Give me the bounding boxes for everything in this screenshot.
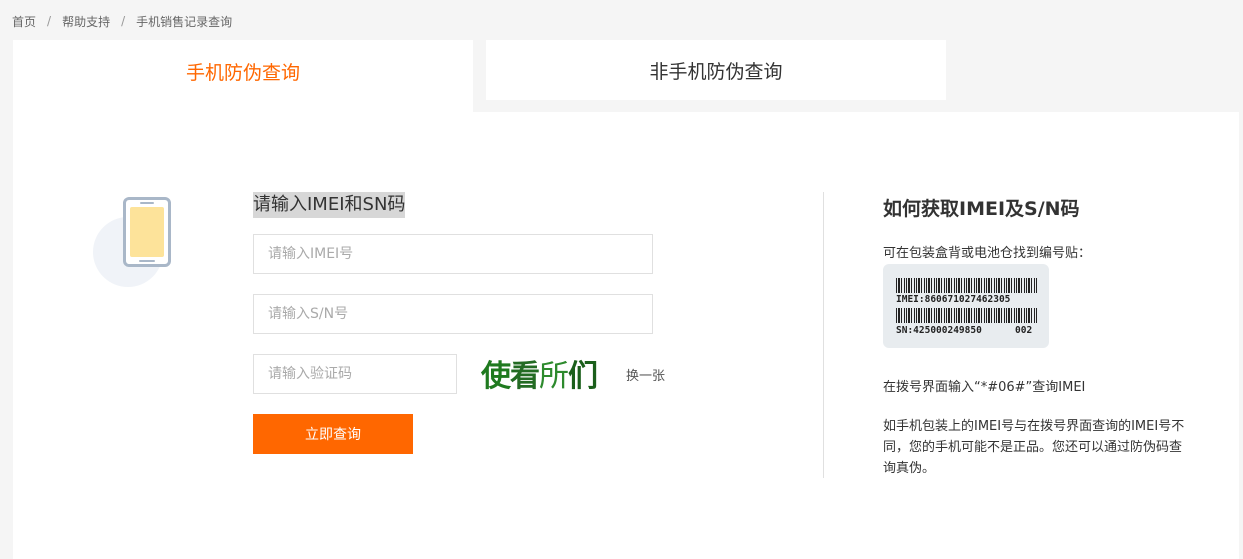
label-sn-text: SN:425000249850 xyxy=(896,325,982,336)
help-subtitle: 可在包装盒背或电池仓找到编号贴： xyxy=(883,246,1092,261)
tab-non-phone-anticounterfeit[interactable]: 非手机防伪查询 xyxy=(486,40,946,100)
phone-illustration-icon xyxy=(93,197,183,287)
breadcrumb-separator: / xyxy=(47,14,52,28)
query-panel: 请输入IMEI和SN码 使 看 所 们 换一张 立即查询 如何获取IMEI及S/… xyxy=(13,112,1239,559)
barcode-icon xyxy=(896,308,1038,323)
label-imei-text: IMEI:860671027462305 xyxy=(896,294,1011,305)
sn-input[interactable] xyxy=(253,294,653,334)
label-code-text: 002 xyxy=(1015,325,1033,336)
phone-icon xyxy=(123,197,171,267)
barcode-label-image: IMEI:860671027462305 SN:425000249850 002 xyxy=(883,264,1049,348)
imei-input[interactable] xyxy=(253,234,653,274)
breadcrumb-current: 手机销售记录查询 xyxy=(136,14,233,29)
captcha-char: 使 xyxy=(481,359,511,394)
captcha-input[interactable] xyxy=(253,354,457,394)
submit-query-button[interactable]: 立即查询 xyxy=(253,414,413,454)
captcha-char: 所 xyxy=(539,359,569,394)
breadcrumb-separator: / xyxy=(121,14,126,28)
tab-phone-anticounterfeit[interactable]: 手机防伪查询 xyxy=(13,40,473,112)
captcha-image[interactable]: 使 看 所 们 xyxy=(481,350,605,396)
refresh-captcha-link[interactable]: 换一张 xyxy=(626,365,665,384)
divider xyxy=(823,192,824,478)
help-title: 如何获取IMEI及S/N码 xyxy=(883,198,1080,220)
help-dial-text: 在拨号界面输入“*#06#”查询IMEI xyxy=(883,380,1086,395)
captcha-char: 看 xyxy=(510,359,540,394)
help-note-text: 如手机包装上的IMEI号与在拨号界面查询的IMEI号不同，您的手机可能不是正品。… xyxy=(883,419,1185,476)
breadcrumb-help-link[interactable]: 帮助支持 xyxy=(62,13,110,30)
captcha-char: 们 xyxy=(568,359,598,394)
form-title: 请输入IMEI和SN码 xyxy=(253,192,406,218)
breadcrumb-home-link[interactable]: 首页 xyxy=(12,13,36,30)
breadcrumb: 首页 / 帮助支持 / 手机销售记录查询 xyxy=(12,12,232,30)
barcode-icon xyxy=(896,278,1038,293)
